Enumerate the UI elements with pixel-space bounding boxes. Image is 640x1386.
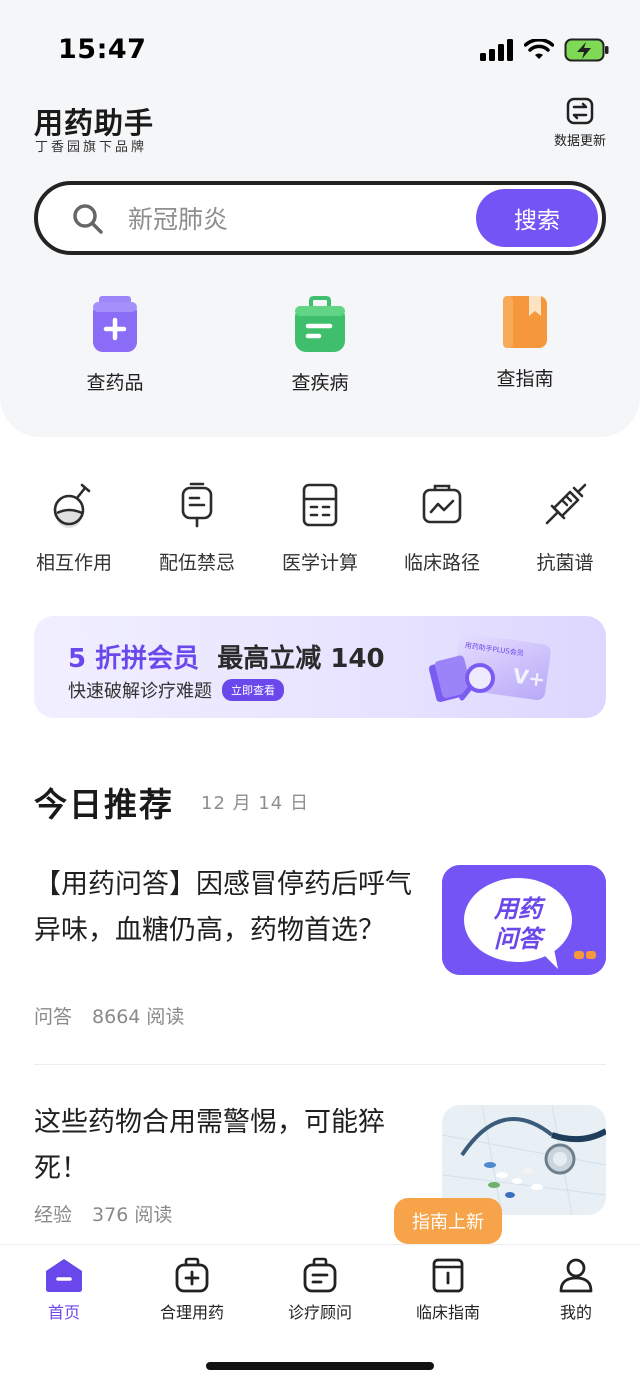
- tool-compatibility[interactable]: 配伍禁忌: [136, 482, 258, 575]
- tab-profile-label: 我的: [559, 1303, 592, 1322]
- search-icon: [73, 204, 103, 234]
- tab-consult[interactable]: 诊疗顾问: [256, 1257, 384, 1323]
- tab-consult-label: 诊疗顾问: [287, 1303, 352, 1322]
- category-guide-label: 查指南: [496, 368, 554, 390]
- member-card-illustration: 用药助手PLUS会员 V+: [428, 633, 551, 702]
- category-guide[interactable]: 查指南: [465, 296, 585, 391]
- tab-rational-drug[interactable]: 合理用药: [128, 1257, 256, 1323]
- category-disease[interactable]: 查疾病: [260, 296, 380, 395]
- banner-subline: 快速破解诊疗难题 立即查看: [68, 677, 284, 703]
- svg-text:V+: V+: [511, 664, 546, 692]
- status-icons: [480, 38, 610, 62]
- tab-rational-drug-label: 合理用药: [159, 1303, 224, 1322]
- article-meta: 问答 8664 阅读: [34, 1002, 184, 1029]
- banner-headline-text: 最高立减 140: [217, 644, 385, 674]
- divider: [34, 1064, 606, 1065]
- syringe-icon: [545, 483, 587, 525]
- status-bar: 15:47: [0, 0, 640, 96]
- guide-book-icon: [503, 296, 547, 348]
- category-drug-label: 查药品: [86, 372, 144, 394]
- article-reads: 376 阅读: [92, 1204, 173, 1226]
- tool-antibacterial-label: 抗菌谱: [536, 552, 594, 574]
- flask-icon: [53, 483, 91, 528]
- data-update-button[interactable]: 数据更新: [550, 96, 610, 152]
- category-disease-label: 查疾病: [291, 372, 349, 394]
- consult-bag-icon: [303, 1257, 337, 1293]
- tool-clinical-path[interactable]: 临床路径: [381, 482, 503, 575]
- calculator-icon: [302, 483, 338, 527]
- article-title[interactable]: 【用药问答】因感冒停药后呼气异味，血糖仍高，药物首选？: [34, 862, 414, 954]
- tool-calculator[interactable]: 医学计算: [259, 482, 381, 575]
- tab-home-label: 首页: [47, 1303, 80, 1322]
- section-date: 12 月 14 日: [201, 793, 309, 814]
- qa-bubble-image: 用药 问答: [442, 865, 606, 975]
- banner-headline: 5 折拼会员 最高立减 140: [68, 638, 385, 675]
- article-card[interactable]: 【用药问答】因感冒停药后呼气异味，血糖仍高，药物首选？ 问答 8664 阅读 用药…: [34, 862, 606, 1032]
- svg-text:用药: 用药: [493, 895, 546, 923]
- app-subtitle: 丁香园旗下品牌: [35, 140, 148, 155]
- search-button[interactable]: 搜索: [476, 189, 598, 247]
- status-time: 15:47: [58, 34, 147, 65]
- article-thumbnail[interactable]: 用药 问答: [442, 865, 606, 975]
- guide-update-tooltip[interactable]: 指南上新: [394, 1198, 502, 1252]
- data-update-label: 数据更新: [553, 134, 606, 149]
- tool-interaction[interactable]: 相互作用: [13, 482, 135, 575]
- clinical-path-icon: [422, 484, 462, 524]
- svg-text:问答: 问答: [494, 925, 546, 953]
- guide-icon: [432, 1258, 464, 1293]
- profile-icon: [559, 1258, 593, 1293]
- medical-bag-icon: [295, 296, 345, 352]
- article-meta: 经验 376 阅读: [34, 1200, 172, 1227]
- search-box[interactable]: 搜索: [34, 181, 606, 255]
- tab-guide[interactable]: 临床指南: [384, 1257, 512, 1323]
- article-title[interactable]: 这些药物合用需警惕，可能猝死！: [34, 1100, 414, 1192]
- signal-icon: [480, 39, 513, 61]
- medicine-bottle-icon: [93, 296, 137, 352]
- category-drug[interactable]: 查药品: [55, 296, 175, 395]
- tool-compatibility-label: 配伍禁忌: [158, 552, 235, 574]
- banner-highlight: 5 折拼会员: [68, 644, 200, 674]
- wifi-icon: [524, 39, 554, 59]
- section-title: 今日推荐: [34, 785, 174, 824]
- tool-clinical-path-label: 临床路径: [403, 552, 480, 574]
- promo-banner[interactable]: 5 折拼会员 最高立减 140 快速破解诊疗难题 立即查看 用药助手PLUS会员…: [34, 616, 606, 718]
- battery-charging-icon: [564, 38, 609, 62]
- tool-antibacterial[interactable]: 抗菌谱: [504, 482, 626, 575]
- tab-profile[interactable]: 我的: [512, 1257, 640, 1323]
- banner-subtitle: 快速破解诊疗难题: [68, 681, 212, 702]
- refresh-icon: [566, 97, 594, 125]
- tab-home[interactable]: 首页: [0, 1257, 128, 1323]
- search-input[interactable]: [128, 199, 458, 239]
- iv-bag-icon: [181, 482, 213, 528]
- banner-cta-button[interactable]: 立即查看: [222, 679, 284, 701]
- article-category: 经验: [34, 1204, 73, 1226]
- article-reads: 8664 阅读: [92, 1006, 185, 1028]
- tool-calculator-label: 医学计算: [281, 552, 358, 574]
- tab-guide-label: 临床指南: [415, 1303, 480, 1322]
- article-category: 问答: [34, 1006, 73, 1028]
- home-icon: [46, 1259, 82, 1292]
- medicine-bag-icon: [175, 1257, 209, 1293]
- home-indicator: [206, 1362, 434, 1370]
- article-card[interactable]: 这些药物合用需警惕，可能猝死！ 经验 376 阅读: [34, 1100, 606, 1230]
- tool-interaction-label: 相互作用: [35, 552, 112, 574]
